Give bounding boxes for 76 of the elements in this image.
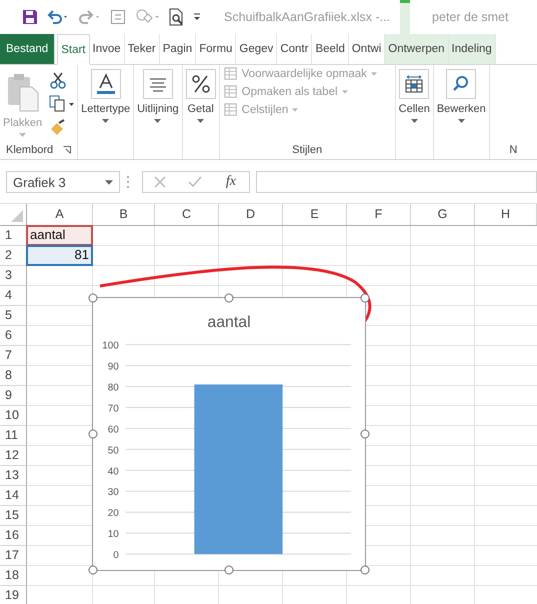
percent-icon — [190, 74, 211, 94]
column-header[interactable]: E — [283, 204, 347, 225]
caret-icon — [410, 119, 418, 123]
format-painter-icon[interactable] — [49, 119, 68, 137]
column-header[interactable]: D — [219, 204, 283, 225]
caret-icon — [102, 119, 110, 123]
axis-tick-label: 50 — [108, 445, 119, 456]
print-preview-icon[interactable] — [168, 8, 184, 26]
axis-tick-label: 0 — [113, 550, 119, 562]
align-center-icon — [148, 76, 168, 92]
ribbon-button[interactable]: Cellen — [398, 65, 431, 123]
chart-title: aantal — [207, 314, 251, 331]
enter-check-icon[interactable] — [188, 176, 202, 188]
dialog-launcher-icon[interactable] — [63, 146, 72, 154]
redo-icon[interactable] — [78, 9, 102, 25]
ribbon-button[interactable]: Getal — [184, 65, 217, 123]
resize-handle[interactable] — [88, 430, 98, 438]
reference-highlight: 81 — [26, 245, 93, 266]
ribbon-button[interactable]: Uitlijning — [136, 65, 180, 123]
column-header[interactable]: G — [411, 204, 475, 225]
column-header[interactable]: C — [155, 204, 219, 225]
shapes-icon[interactable] — [134, 9, 160, 25]
table-grid-icon — [224, 67, 238, 81]
ribbon-tab[interactable]: Bestand — [0, 34, 56, 64]
scissors-icon[interactable] — [49, 71, 68, 89]
row-header[interactable]: 19 — [0, 586, 27, 604]
ribbon-button[interactable]: Lettertype — [80, 65, 132, 123]
insert-function-button[interactable]: fx — [224, 174, 238, 190]
formula-input[interactable] — [256, 171, 537, 193]
cells-table-icon — [404, 75, 424, 93]
ribbon-tab[interactable]: Teker — [124, 34, 160, 64]
font-color-icon — [96, 73, 116, 95]
caret-icon — [105, 180, 113, 184]
axis-tick-label: 100 — [102, 340, 119, 352]
search-icon — [452, 75, 470, 93]
undo-icon[interactable] — [46, 9, 70, 25]
caret-icon — [342, 90, 348, 94]
caret-icon — [458, 119, 465, 123]
caret-icon — [154, 119, 162, 123]
resize-handle[interactable] — [224, 566, 234, 574]
group-label: Klembord — [6, 144, 54, 156]
column-header[interactable]: F — [347, 204, 411, 225]
ribbon-button[interactable]: Bewerken — [436, 65, 487, 123]
axis-tick-label: 70 — [108, 403, 119, 414]
ribbon-tab[interactable]: Start — [57, 34, 90, 65]
name-box[interactable]: Grafiek 3 — [6, 171, 120, 193]
document-title: SchuifbalkAanGrafiiek.xlsx -... — [224, 10, 390, 24]
resize-handle[interactable] — [224, 294, 234, 302]
table-grid-icon — [224, 103, 238, 117]
caret-icon — [370, 72, 377, 76]
axis-tick-label: 60 — [108, 424, 119, 436]
column-header[interactable]: B — [93, 204, 155, 225]
grip-icon — [126, 175, 130, 189]
save-icon[interactable] — [22, 9, 38, 25]
clipboard-icon — [6, 73, 40, 113]
copy-icon[interactable] — [49, 95, 76, 113]
group-label: Stijlen — [292, 144, 322, 156]
resize-handle[interactable] — [360, 430, 370, 438]
group-label: N — [509, 144, 518, 156]
axis-tick-label: 20 — [108, 508, 119, 520]
caret-icon — [292, 108, 298, 112]
caret-icon — [197, 119, 204, 123]
customize-toolbar-icon[interactable] — [192, 12, 202, 22]
table-grid-icon — [224, 85, 238, 99]
axis-tick-label: 30 — [108, 487, 119, 498]
ribbon-tab[interactable]: Ontwerpen — [385, 34, 449, 64]
caret-icon — [19, 133, 26, 137]
column-header[interactable]: H — [475, 204, 537, 225]
axis-tick-label: 10 — [108, 529, 119, 540]
axis-tick-label: 90 — [108, 362, 119, 373]
axis-tick-label: 40 — [108, 466, 119, 478]
column-header[interactable]: A — [27, 204, 93, 225]
axis-tick-label: 80 — [108, 382, 119, 394]
resize-handle[interactable] — [360, 566, 370, 574]
ribbon-tab[interactable]: Indeling — [448, 34, 496, 64]
contextual-tab-strip — [400, 0, 410, 34]
